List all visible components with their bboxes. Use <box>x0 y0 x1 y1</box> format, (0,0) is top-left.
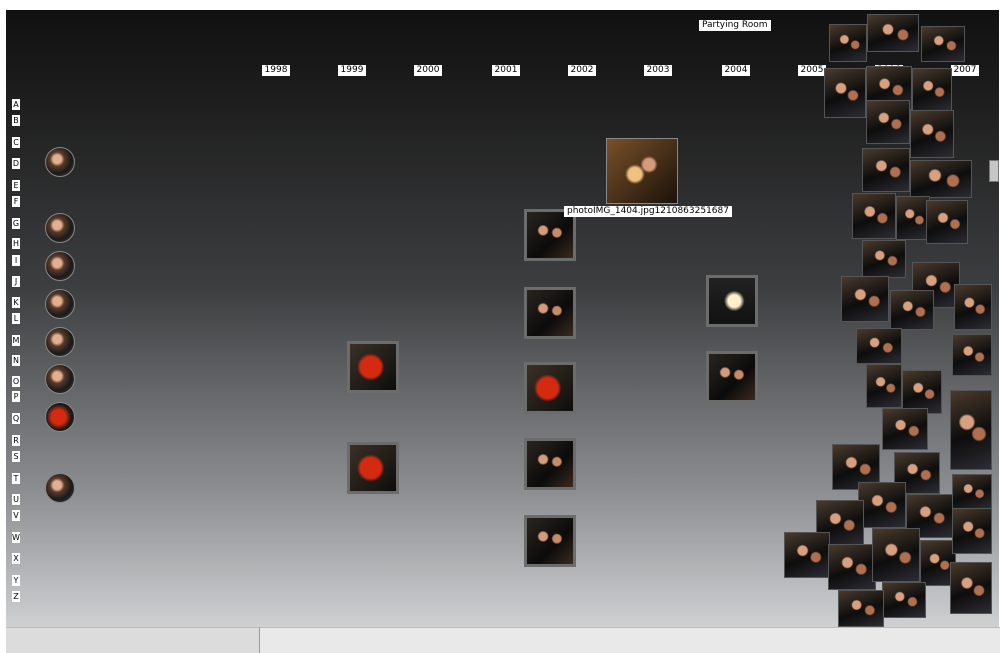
event-label: Partying Room <box>699 20 771 31</box>
photo-thumbnail[interactable] <box>954 284 992 330</box>
photo-thumbnail[interactable] <box>856 328 902 364</box>
status-panel-left <box>6 627 259 653</box>
photo-thumbnail[interactable] <box>852 193 896 239</box>
year-label-1999[interactable]: 1999 <box>338 65 366 76</box>
index-letter-y[interactable]: Y <box>12 575 20 586</box>
photo-thumbnail[interactable] <box>706 275 758 327</box>
photo-thumbnail[interactable] <box>866 364 902 408</box>
photo-thumbnail[interactable] <box>824 68 866 118</box>
index-letter-f[interactable]: F <box>12 196 20 207</box>
year-label-2005[interactable]: 2005 <box>798 65 826 76</box>
photo-thumbnail[interactable] <box>882 408 928 450</box>
index-letter-a[interactable]: A <box>12 99 20 110</box>
index-letter-k[interactable]: K <box>12 297 20 308</box>
year-label-2004[interactable]: 2004 <box>722 65 750 76</box>
photo-thumbnail[interactable] <box>950 562 992 614</box>
person-avatar[interactable] <box>45 213 75 243</box>
photo-thumbnail[interactable] <box>910 110 954 158</box>
person-avatar[interactable] <box>45 473 75 503</box>
index-letter-p[interactable]: P <box>12 391 20 402</box>
index-letter-s[interactable]: S <box>12 451 20 462</box>
photo-thumbnail[interactable] <box>921 26 965 62</box>
photo-thumbnail[interactable] <box>926 200 968 244</box>
year-label-2000[interactable]: 2000 <box>414 65 442 76</box>
photo-thumbnail[interactable] <box>524 515 576 567</box>
year-label-2007[interactable]: 2007 <box>951 65 979 76</box>
index-letter-w[interactable]: W <box>12 532 20 543</box>
index-letter-d[interactable]: D <box>12 158 20 169</box>
photo-thumbnail[interactable] <box>784 532 830 578</box>
scroll-handle[interactable] <box>989 160 999 182</box>
photo-thumbnail[interactable] <box>524 287 576 339</box>
index-letter-q[interactable]: Q <box>12 413 20 424</box>
photo-tooltip: photoIMG_1404.jpg1210863251687 <box>564 206 732 217</box>
photo-thumbnail[interactable] <box>862 240 906 278</box>
index-letter-r[interactable]: R <box>12 435 20 446</box>
index-letter-b[interactable]: B <box>12 115 20 126</box>
index-letter-o[interactable]: O <box>12 376 20 387</box>
timeline-canvas[interactable]: 1998 1999 2000 2001 2002 2003 2004 2005 … <box>6 10 999 627</box>
photo-thumbnail[interactable] <box>829 24 867 62</box>
photo-thumbnail[interactable] <box>828 544 876 590</box>
year-label-2001[interactable]: 2001 <box>492 65 520 76</box>
photo-thumbnail[interactable] <box>950 390 992 470</box>
index-letter-u[interactable]: U <box>12 494 20 505</box>
photo-thumbnail[interactable] <box>858 482 906 528</box>
index-letter-z[interactable]: Z <box>12 591 20 602</box>
year-label-2002[interactable]: 2002 <box>568 65 596 76</box>
index-letter-l[interactable]: L <box>12 313 20 324</box>
index-letter-x[interactable]: X <box>12 553 20 564</box>
photo-thumbnail[interactable] <box>866 100 910 144</box>
photo-thumbnail[interactable] <box>952 508 992 554</box>
year-label-1998[interactable]: 1998 <box>262 65 290 76</box>
index-letter-j[interactable]: J <box>12 276 20 287</box>
photo-thumbnail[interactable] <box>872 528 920 582</box>
photo-thumbnail-enlarged[interactable] <box>606 138 678 204</box>
index-letter-e[interactable]: E <box>12 180 20 191</box>
person-avatar[interactable] <box>45 327 75 357</box>
person-avatar[interactable] <box>45 147 75 177</box>
photo-thumbnail[interactable] <box>524 438 576 490</box>
year-label-2003[interactable]: 2003 <box>644 65 672 76</box>
index-letter-i[interactable]: I <box>12 255 20 266</box>
photo-thumbnail[interactable] <box>867 14 919 52</box>
index-letter-t[interactable]: T <box>12 473 20 484</box>
person-avatar[interactable] <box>45 289 75 319</box>
index-letter-n[interactable]: N <box>12 355 20 366</box>
person-avatar[interactable] <box>45 251 75 281</box>
photo-thumbnail[interactable] <box>952 474 992 510</box>
photo-thumbnail[interactable] <box>347 442 399 494</box>
photo-thumbnail[interactable] <box>912 68 952 112</box>
photo-thumbnail[interactable] <box>347 341 399 393</box>
photo-thumbnail[interactable] <box>882 582 926 618</box>
index-letter-v[interactable]: V <box>12 510 20 521</box>
photo-thumbnail[interactable] <box>841 276 889 322</box>
photo-thumbnail[interactable] <box>706 351 758 403</box>
index-letter-m[interactable]: M <box>12 335 20 346</box>
photo-thumbnail[interactable] <box>524 362 576 414</box>
index-letter-c[interactable]: C <box>12 137 20 148</box>
photo-thumbnail[interactable] <box>896 196 930 240</box>
index-letter-g[interactable]: G <box>12 218 20 229</box>
person-avatar[interactable] <box>45 402 75 432</box>
photo-thumbnail[interactable] <box>838 590 884 627</box>
index-letter-h[interactable]: H <box>12 238 20 249</box>
photo-thumbnail[interactable] <box>890 290 934 330</box>
photo-thumbnail[interactable] <box>862 148 910 192</box>
person-avatar[interactable] <box>45 364 75 394</box>
status-panel-right <box>259 627 1000 653</box>
photo-thumbnail[interactable] <box>910 160 972 198</box>
photo-thumbnail[interactable] <box>952 334 992 376</box>
